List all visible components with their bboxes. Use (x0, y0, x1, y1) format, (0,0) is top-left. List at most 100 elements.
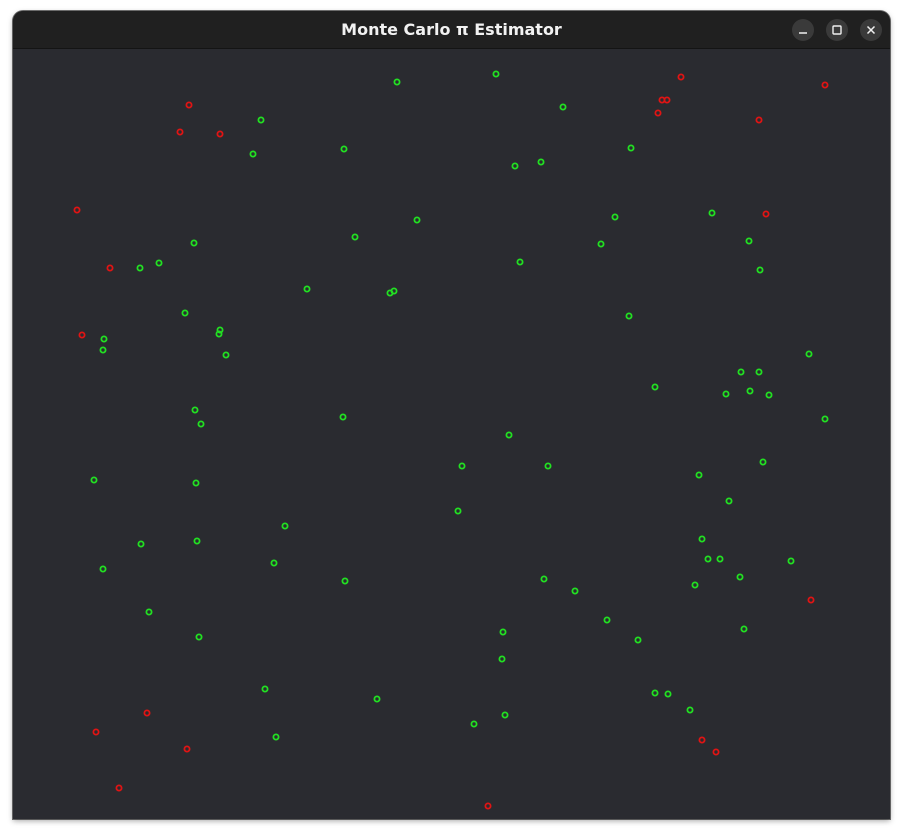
inside-point (516, 258, 524, 266)
outside-point (185, 101, 193, 109)
inside-point (249, 150, 257, 158)
outside-point (712, 748, 720, 756)
maximize-button[interactable] (826, 19, 848, 41)
inside-point (192, 479, 200, 487)
inside-point (190, 239, 198, 247)
app-window: Monte Carlo π Estimator (13, 11, 890, 819)
outside-point (73, 206, 81, 214)
inside-point (737, 368, 745, 376)
inside-point (708, 209, 716, 217)
inside-point (195, 633, 203, 641)
outside-point (698, 736, 706, 744)
inside-point (695, 471, 703, 479)
inside-point (281, 522, 289, 530)
inside-point (759, 458, 767, 466)
close-icon (866, 25, 876, 35)
outside-point (484, 802, 492, 810)
inside-point (498, 655, 506, 663)
inside-point (261, 685, 269, 693)
minimize-button[interactable] (792, 19, 814, 41)
inside-point (99, 346, 107, 354)
inside-point (193, 537, 201, 545)
inside-point (499, 628, 507, 636)
inside-point (821, 415, 829, 423)
inside-point (651, 689, 659, 697)
outside-point (115, 784, 123, 792)
inside-point (627, 144, 635, 152)
outside-point (78, 331, 86, 339)
inside-point (340, 145, 348, 153)
minimize-icon (799, 32, 807, 34)
inside-point (100, 335, 108, 343)
inside-point (90, 476, 98, 484)
inside-point (222, 351, 230, 359)
inside-point (454, 507, 462, 515)
inside-point (805, 350, 813, 358)
inside-point (413, 216, 421, 224)
inside-point (137, 540, 145, 548)
inside-point (704, 555, 712, 563)
inside-point (787, 557, 795, 565)
inside-point (458, 462, 466, 470)
inside-point (537, 158, 545, 166)
outside-point (821, 81, 829, 89)
outside-point (807, 596, 815, 604)
inside-point (257, 116, 265, 124)
inside-point (470, 720, 478, 728)
inside-point (373, 695, 381, 703)
window-title: Monte Carlo π Estimator (341, 20, 562, 39)
inside-point (651, 383, 659, 391)
close-button[interactable] (860, 19, 882, 41)
maximize-icon (832, 25, 842, 35)
inside-point (197, 420, 205, 428)
inside-point (716, 555, 724, 563)
inside-point (492, 70, 500, 78)
inside-point (691, 581, 699, 589)
outside-point (677, 73, 685, 81)
inside-point (145, 608, 153, 616)
inside-point (559, 103, 567, 111)
inside-point (740, 625, 748, 633)
outside-point (176, 128, 184, 136)
inside-point (341, 577, 349, 585)
inside-point (390, 287, 398, 295)
scatter-plot (73, 70, 829, 810)
inside-point (351, 233, 359, 241)
outside-point (663, 96, 671, 104)
inside-point (725, 497, 733, 505)
inside-point (181, 309, 189, 317)
inside-point (765, 391, 773, 399)
inside-point (686, 706, 694, 714)
outside-point (654, 109, 662, 117)
inside-point (215, 330, 223, 338)
outside-point (106, 264, 114, 272)
inside-point (736, 573, 744, 581)
inside-point (501, 711, 509, 719)
inside-point (756, 266, 764, 274)
inside-point (625, 312, 633, 320)
inside-point (511, 162, 519, 170)
outside-point (755, 116, 763, 124)
inside-point (664, 690, 672, 698)
inside-point (540, 575, 548, 583)
outside-point (762, 210, 770, 218)
inside-point (393, 78, 401, 86)
inside-point (339, 413, 347, 421)
inside-point (722, 390, 730, 398)
inside-point (136, 264, 144, 272)
inside-point (698, 535, 706, 543)
inside-point (272, 733, 280, 741)
outside-point (183, 745, 191, 753)
inside-point (745, 237, 753, 245)
inside-point (746, 387, 754, 395)
simulation-canvas[interactable] (13, 49, 890, 819)
inside-point (634, 636, 642, 644)
inside-point (270, 559, 278, 567)
inside-point (611, 213, 619, 221)
inside-point (597, 240, 605, 248)
inside-point (155, 259, 163, 267)
inside-point (191, 406, 199, 414)
title-bar[interactable]: Monte Carlo π Estimator (13, 11, 890, 49)
outside-point (143, 709, 151, 717)
inside-point (505, 431, 513, 439)
